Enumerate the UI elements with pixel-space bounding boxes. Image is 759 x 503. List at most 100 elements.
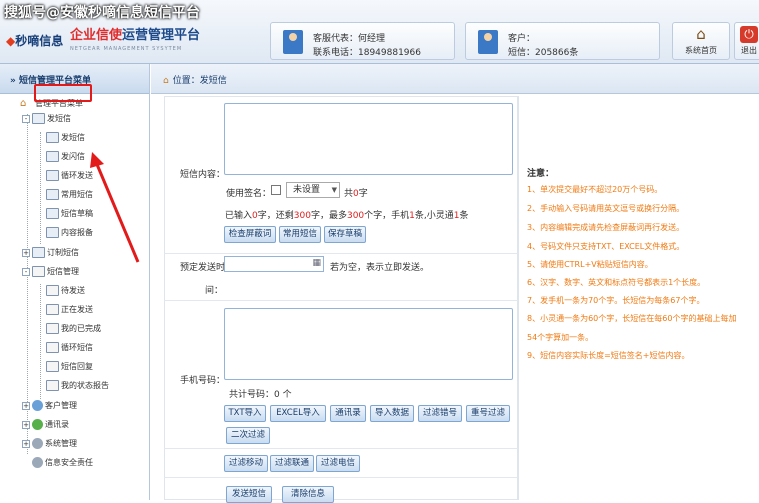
people-icon — [32, 400, 43, 411]
tree-send-group[interactable]: - 发短信 — [22, 111, 71, 127]
note-line: 8、小灵通一条为60个字，长短信在每60个字的基础上每加 — [527, 314, 737, 323]
char-count-info: 已输入0字，还剩300字，最多300个字，手机1条,小灵通1条 — [225, 211, 469, 221]
note-line: 5、请使用CTRL+V粘贴短信内容。 — [527, 260, 653, 269]
note-line: 4、号码文件只支持TXT、EXCEL文件格式。 — [527, 242, 685, 251]
contacts-button[interactable]: 通讯录 — [330, 405, 366, 422]
sidebar-item-status-report[interactable]: 我的状态报告 — [46, 378, 109, 394]
excel-import-button[interactable]: EXCEL导入 — [270, 405, 326, 422]
phone-count: 共计号码：0 个 — [229, 390, 292, 400]
signature-checkbox[interactable] — [271, 185, 281, 195]
tree-customer-mgmt[interactable]: + 客户管理 — [22, 398, 77, 414]
sidebar: » 短信管理平台菜单 ⌂ 管理平台菜单 - 发短信 发短信 发闪信 循环发送 常用短… — [0, 64, 150, 500]
save-draft-button[interactable]: 保存草稿 — [324, 226, 366, 243]
customer-info: 客户： 短信：205866条 — [465, 22, 660, 60]
mail-icon — [46, 170, 59, 181]
sidebar-item-content-report[interactable]: 内容报备 — [46, 225, 93, 241]
note-line: 6、汉字、数字、英文和标点符号都表示1个长度。 — [527, 278, 706, 287]
grid-icon — [46, 342, 59, 353]
signature-label: 使用签名： — [226, 189, 272, 199]
check-blocked-words-button[interactable]: 检查屏蔽词 — [224, 226, 276, 243]
calendar-icon: ▦ — [312, 258, 321, 268]
schedule-time-input[interactable]: ▦ — [224, 256, 324, 272]
schedule-hint: 若为空，表示立即发送。 — [330, 263, 430, 273]
notes-panel: 注意： 1、单次提交最好不超过20万个号码。 2、手动输入号码请用英文逗号或换行… — [518, 96, 759, 500]
sidebar-item-loop-send[interactable]: 循环发送 — [46, 168, 93, 184]
mail-icon — [46, 208, 59, 219]
filter-duplicates-button[interactable]: 重号过滤 — [466, 405, 510, 422]
chevron-down-icon: ▼ — [331, 186, 337, 194]
sidebar-item-sending[interactable]: 正在发送 — [46, 302, 93, 318]
collapse-icon: - — [22, 267, 30, 276]
grid-icon — [46, 285, 59, 296]
sidebar-item-pending[interactable]: 待发送 — [46, 283, 85, 299]
filter-telecom-button[interactable]: 过滤电信 — [316, 455, 360, 472]
tree-subscribe[interactable]: + 订制短信 — [22, 245, 79, 261]
import-data-button[interactable]: 导入数据 — [370, 405, 414, 422]
schedule-label-2: 间： — [205, 286, 224, 296]
schedule-label: 预定发送时 — [180, 263, 226, 273]
tree-security[interactable]: 信息安全责任 — [32, 455, 93, 471]
clear-info-button[interactable]: 清除信息 — [282, 486, 334, 503]
expand-icon: + — [22, 401, 30, 410]
filter-mobile-button[interactable]: 过滤移动 — [224, 455, 268, 472]
annotation-arrow-icon — [90, 152, 140, 263]
gear-icon — [32, 457, 43, 468]
filter-unicom-button[interactable]: 过滤联通 — [270, 455, 314, 472]
breadcrumb: ⌂ 位置：发短信 — [151, 64, 759, 94]
logo: ◆秒嘀信息 — [6, 34, 64, 48]
contacts-icon — [32, 419, 43, 430]
sms-content-input[interactable] — [224, 103, 513, 175]
tree-contacts[interactable]: + 通讯录 — [22, 417, 69, 433]
tree-sms-manage[interactable]: - 短信管理 — [22, 264, 79, 280]
service-info: 客服代表：何经理 联系电话：18949881966 — [270, 22, 455, 60]
phone-numbers-input[interactable] — [224, 308, 513, 380]
power-icon: ⏻ — [740, 26, 758, 43]
grid-icon — [46, 323, 59, 334]
note-line: 2、手动输入号码请用英文逗号或换行分隔。 — [527, 204, 685, 213]
txt-import-button[interactable]: TXT导入 — [224, 405, 266, 422]
grid-icon — [46, 380, 59, 391]
mail-icon — [32, 113, 45, 124]
note-line: 54个字算加一条。 — [527, 333, 594, 342]
logout-button[interactable]: ⏻ 退出 — [734, 22, 759, 60]
expand-icon: + — [22, 248, 30, 257]
sidebar-item-flash-sms[interactable]: 发闪信 — [46, 149, 85, 165]
mail-icon — [46, 227, 59, 238]
note-line: 1、单次提交最好不超过20万个号码。 — [527, 185, 663, 194]
service-rep-icon — [283, 30, 303, 54]
highlight-box — [34, 84, 92, 102]
grid-icon — [46, 361, 59, 372]
customer-icon — [478, 30, 498, 54]
mail-icon — [46, 151, 59, 162]
sidebar-item-send-sms[interactable]: 发短信 — [46, 130, 85, 146]
expand-icon: + — [22, 420, 30, 429]
grid-icon — [32, 266, 45, 277]
mail-icon — [46, 132, 59, 143]
total-chars: 共0字 — [344, 189, 368, 199]
house-icon: ⌂ — [20, 98, 27, 109]
sidebar-item-replies[interactable]: 短信回复 — [46, 359, 93, 375]
tree-system[interactable]: + 系统管理 — [22, 436, 77, 452]
watermark: 搜狐号@安徽秒嘀信息短信平台 — [4, 5, 200, 21]
home-button[interactable]: ⌂ 系统首页 — [672, 22, 730, 60]
sidebar-item-common-sms[interactable]: 常用短信 — [46, 187, 93, 203]
notes-title: 注意： — [527, 169, 555, 179]
second-filter-button[interactable]: 二次过滤 — [226, 427, 270, 444]
gear-icon — [32, 438, 43, 449]
sidebar-item-drafts[interactable]: 短信草稿 — [46, 206, 93, 222]
sidebar-item-loop-sms[interactable]: 循环短信 — [46, 340, 93, 356]
sidebar-item-completed[interactable]: 我的已完成 — [46, 321, 101, 337]
home-icon: ⌂ — [696, 25, 706, 43]
common-sms-button[interactable]: 常用短信 — [279, 226, 321, 243]
note-line: 7、发手机一条为70个字。长短信为每条67个字。 — [527, 296, 705, 305]
filter-invalid-button[interactable]: 过滤错号 — [418, 405, 462, 422]
collapse-icon: - — [22, 114, 30, 123]
send-sms-button[interactable]: 发送短信 — [226, 486, 272, 503]
home-icon: ⌂ — [163, 76, 169, 86]
phone-label: 手机号码： — [180, 376, 226, 386]
note-line: 9、短信内容实际长度=短信签名+短信内容。 — [527, 351, 690, 360]
content-label: 短信内容： — [180, 170, 226, 180]
signature-select[interactable]: 未设置 ▼ — [286, 182, 340, 198]
grid-icon — [46, 304, 59, 315]
note-line: 3、内容编辑完成请先检查屏蔽词再行发送。 — [527, 223, 685, 232]
